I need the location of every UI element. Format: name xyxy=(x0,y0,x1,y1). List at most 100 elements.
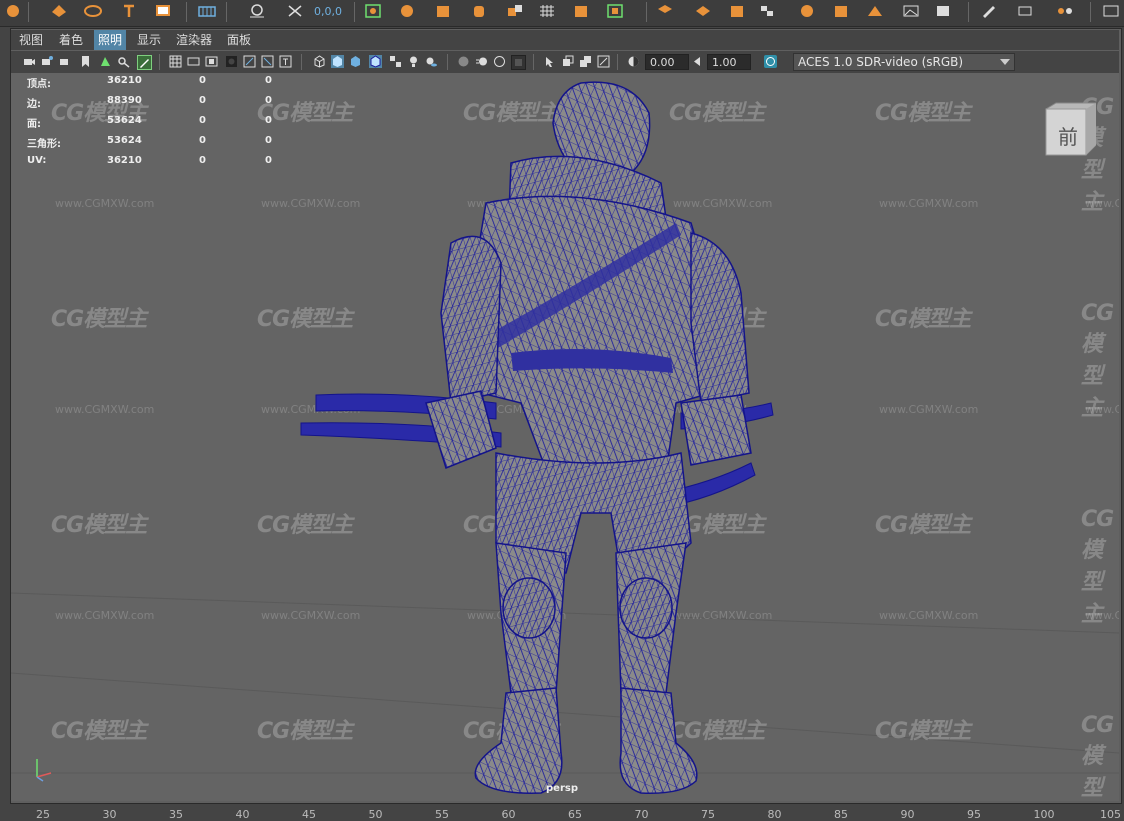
default-material-icon[interactable] xyxy=(349,55,362,68)
cube-tool-icon[interactable] xyxy=(434,3,452,19)
watermark-url: www.CGMXW.com xyxy=(879,609,979,622)
use-all-lights-icon[interactable] xyxy=(407,55,420,68)
watermark-url: www.CGMXW.com xyxy=(55,609,155,622)
wireframe-on-shaded-icon[interactable] xyxy=(369,55,382,68)
isolate-select-icon[interactable] xyxy=(543,55,556,68)
smooth-shading-icon[interactable] xyxy=(331,55,344,68)
watermark-url: www.CGMXW.com xyxy=(55,403,155,416)
reset-tool-icon[interactable] xyxy=(286,3,304,19)
color-management-select[interactable]: ACES 1.0 SDR-video (sRGB) xyxy=(793,53,1015,71)
plane-tool-icon[interactable] xyxy=(506,3,524,19)
shelf-overflow-icon[interactable] xyxy=(1102,3,1120,19)
image-plane-icon[interactable] xyxy=(99,55,112,68)
hud-label: 面: xyxy=(27,119,41,130)
ruler-tick-label: 30 xyxy=(102,808,117,821)
ruler-tick-label: 90 xyxy=(900,808,915,821)
menu-lighting[interactable]: 照明 xyxy=(94,30,127,50)
merge-tool-icon[interactable] xyxy=(694,3,712,19)
exposure-icon[interactable] xyxy=(627,55,640,68)
bevel-tool-icon[interactable] xyxy=(606,3,624,19)
menu-renderer[interactable]: 渲染器 xyxy=(172,30,216,50)
color-management-icon[interactable] xyxy=(764,55,777,68)
shelf-separator xyxy=(28,2,29,22)
ruler-tick-label: 35 xyxy=(169,808,183,821)
combine-tool-icon[interactable] xyxy=(832,3,850,19)
character-model[interactable] xyxy=(281,73,801,801)
toolbar-separator xyxy=(301,54,302,70)
hud-value: 53624 xyxy=(107,135,142,146)
uv-tool-icon[interactable] xyxy=(934,3,952,19)
watermark-logo: CG模型主 xyxy=(1081,713,1114,801)
watermark-url: www.CGMXW.com xyxy=(1085,197,1119,210)
grid-tool-icon[interactable] xyxy=(198,3,216,19)
ruler-tick-label: 80 xyxy=(767,808,782,821)
shadows-icon[interactable] xyxy=(425,55,438,68)
safe-action-icon[interactable] xyxy=(261,55,274,68)
shelf-toolbar: 0,0,0 xyxy=(0,0,1124,27)
rotate-tool-icon[interactable] xyxy=(84,3,102,19)
shelf-tool-icon[interactable] xyxy=(4,3,22,19)
resolution-gate-icon[interactable] xyxy=(205,55,218,68)
text-tool-icon[interactable] xyxy=(120,3,138,19)
menu-panels[interactable]: 面板 xyxy=(223,30,255,50)
pencil-tool-icon[interactable] xyxy=(980,3,998,19)
checker-tool-icon[interactable] xyxy=(758,3,776,19)
depth-of-field-icon[interactable] xyxy=(511,55,526,70)
hud-value: 0 xyxy=(199,95,206,106)
character-body xyxy=(425,81,752,794)
smooth-tool-icon[interactable] xyxy=(798,3,816,19)
gamma-field[interactable]: 1.00 xyxy=(707,54,751,70)
image-tool-icon[interactable] xyxy=(902,3,920,19)
watermark-logo: CG模型主 xyxy=(875,307,971,332)
rig-tool-icon[interactable] xyxy=(1056,3,1074,19)
2d-pan-zoom-icon[interactable] xyxy=(117,55,130,68)
shelf-separator xyxy=(646,2,647,22)
wireframe-shading-icon[interactable] xyxy=(313,55,326,68)
cylinder-tool-icon[interactable] xyxy=(470,3,488,19)
xray-active-components-icon[interactable] xyxy=(579,55,592,68)
exposure-field[interactable]: 0.00 xyxy=(645,54,689,70)
gate-mask-icon[interactable] xyxy=(225,55,238,68)
motion-blur-icon[interactable] xyxy=(475,55,488,68)
xray-icon[interactable] xyxy=(561,55,574,68)
bookmark-icon[interactable] xyxy=(79,55,92,68)
safe-title-icon[interactable] xyxy=(279,55,292,68)
camera-select-icon[interactable] xyxy=(23,55,36,68)
extrude-tool-icon[interactable] xyxy=(656,3,674,19)
panel-layout-icon[interactable] xyxy=(154,3,172,19)
textured-icon[interactable] xyxy=(389,55,402,68)
box-tool-icon[interactable] xyxy=(572,3,590,19)
screen-space-ao-icon[interactable] xyxy=(457,55,470,68)
film-gate-icon[interactable] xyxy=(187,55,200,68)
menu-shading[interactable]: 着色 xyxy=(55,30,87,50)
move-tool-icon[interactable] xyxy=(50,3,68,19)
curve-tool-icon[interactable] xyxy=(1016,3,1034,19)
3d-viewport[interactable]: CG模型主 www.CGMXW.com CG模型主 www.CGMXW.com CG模型… xyxy=(11,73,1119,801)
split-tool-icon[interactable] xyxy=(728,3,746,19)
wedge-tool-icon[interactable] xyxy=(866,3,884,19)
snap-tool-icon[interactable] xyxy=(248,3,266,19)
select-tool-icon[interactable] xyxy=(364,3,382,19)
anti-aliasing-icon[interactable] xyxy=(493,55,506,68)
hud-value: 36210 xyxy=(107,155,142,166)
grease-pencil-icon[interactable] xyxy=(137,55,152,70)
time-ruler[interactable]: 25 30 35 40 45 50 55 60 65 70 75 80 85 90 95 100 105 xyxy=(0,806,1124,821)
hud-value: 0 xyxy=(265,155,272,166)
hud-value: 0 xyxy=(265,115,272,126)
field-chart-icon[interactable] xyxy=(243,55,256,68)
xray-joints-icon[interactable] xyxy=(597,55,610,68)
ruler-tick-label: 45 xyxy=(302,808,316,821)
menu-show[interactable]: 显示 xyxy=(133,30,165,50)
grid-toggle-icon[interactable] xyxy=(169,55,182,68)
ruler-tick-label: 50 xyxy=(368,808,383,821)
bookmark-camera-icon[interactable] xyxy=(59,55,72,68)
lattice-tool-icon[interactable] xyxy=(538,3,556,19)
gamma-icon[interactable] xyxy=(691,55,704,68)
menu-view[interactable]: 视图 xyxy=(15,30,47,50)
ruler-tick-label: 55 xyxy=(435,808,449,821)
view-cube[interactable]: 前 xyxy=(1044,101,1097,157)
sphere-tool-icon[interactable] xyxy=(398,3,416,19)
camera-attributes-icon[interactable] xyxy=(41,55,54,68)
ruler-tick-label: 75 xyxy=(701,808,715,821)
watermark-url: www.CGMXW.com xyxy=(879,403,979,416)
